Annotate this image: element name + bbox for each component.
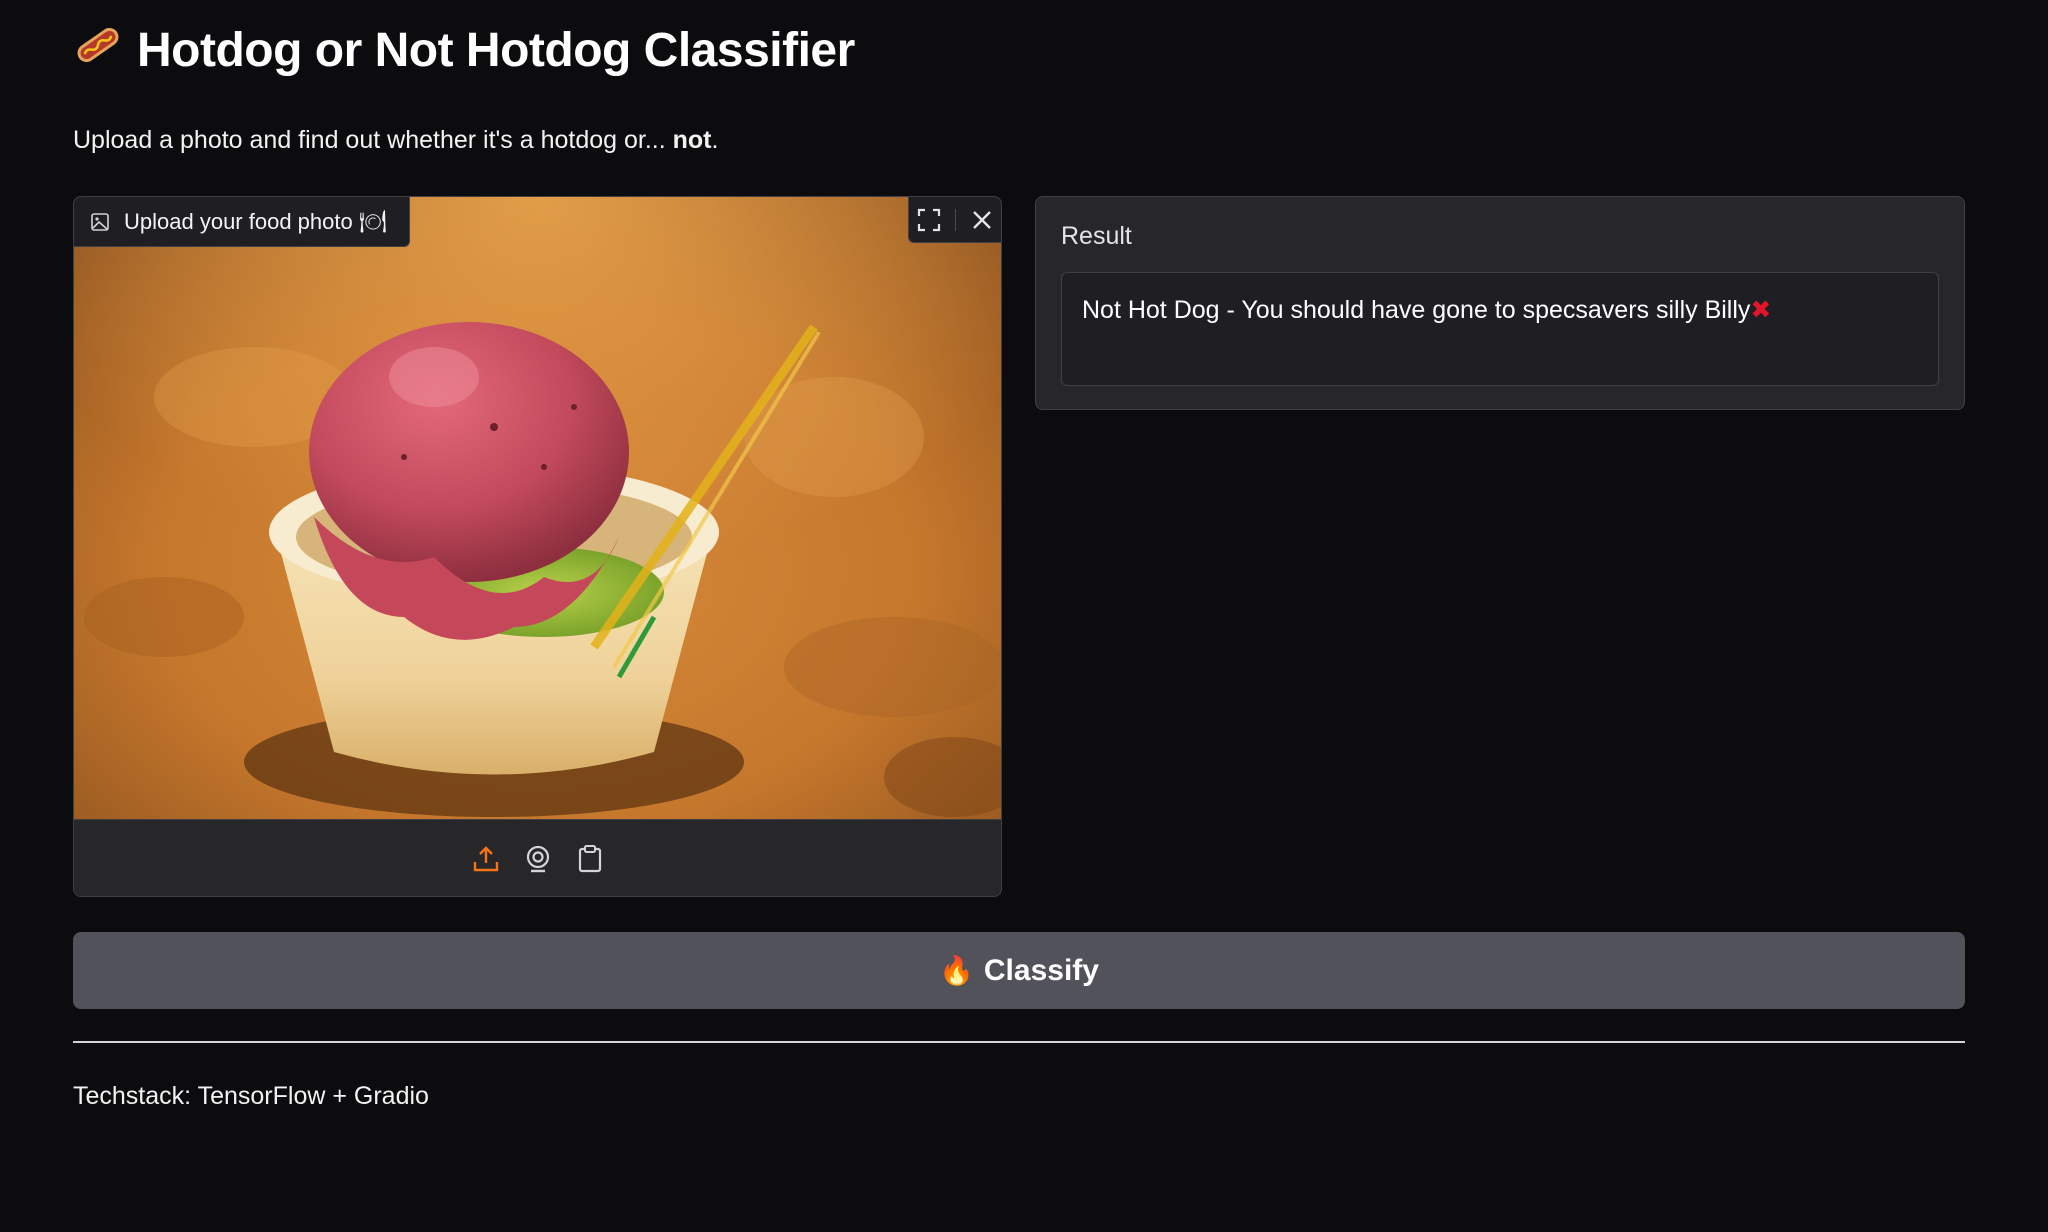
subtitle-bold: not — [672, 126, 712, 154]
webcam-icon — [526, 845, 549, 872]
fullscreen-icon[interactable] — [916, 207, 942, 233]
image-input-label: Upload your food photo 🍽 — [74, 197, 410, 247]
result-textbox[interactable]: Not Hot Dog - You should have gone to sp… — [1061, 272, 1939, 386]
classify-button[interactable]: 🔥 Classify — [73, 932, 1965, 1009]
result-label: Result — [1061, 222, 1132, 250]
result-text: Not Hot Dog - You should have gone to sp… — [1082, 296, 1751, 324]
fire-icon: 🔥 — [939, 954, 974, 987]
clipboard-button[interactable] — [573, 842, 607, 876]
clipboard-icon — [578, 844, 601, 872]
result-panel: Result Not Hot Dog - You should have gon… — [1035, 196, 1965, 410]
image-source-bar — [74, 819, 1001, 896]
image-actions — [908, 197, 1001, 243]
image-upload-panel[interactable]: Upload your food photo 🍽 — [73, 196, 1002, 897]
classify-button-label: Classify — [983, 953, 1099, 987]
page-title: Hotdog or Not Hotdog Classifier — [73, 22, 855, 78]
image-input-label-text: Upload your food photo — [124, 208, 353, 234]
actions-divider — [955, 208, 957, 231]
hotdog-icon — [73, 22, 123, 78]
image-icon — [91, 212, 109, 231]
footer-text: Techstack: TensorFlow + Gradio — [73, 1082, 429, 1110]
subtitle-suffix: . — [711, 126, 719, 154]
subtitle-text: Upload a photo and find out whether it's… — [73, 126, 673, 154]
plate-icon: 🍽 — [358, 209, 387, 235]
webcam-button[interactable] — [521, 842, 555, 876]
upload-button[interactable] — [469, 842, 503, 876]
title-text: Hotdog or Not Hotdog Classifier — [137, 23, 855, 77]
upload-icon — [473, 845, 498, 871]
close-icon[interactable] — [970, 208, 994, 232]
cross-mark-icon: ✖ — [1750, 295, 1772, 324]
subtitle: Upload a photo and find out whether it's… — [73, 126, 718, 155]
uploaded-photo — [74, 197, 1001, 819]
divider — [73, 1041, 1965, 1043]
